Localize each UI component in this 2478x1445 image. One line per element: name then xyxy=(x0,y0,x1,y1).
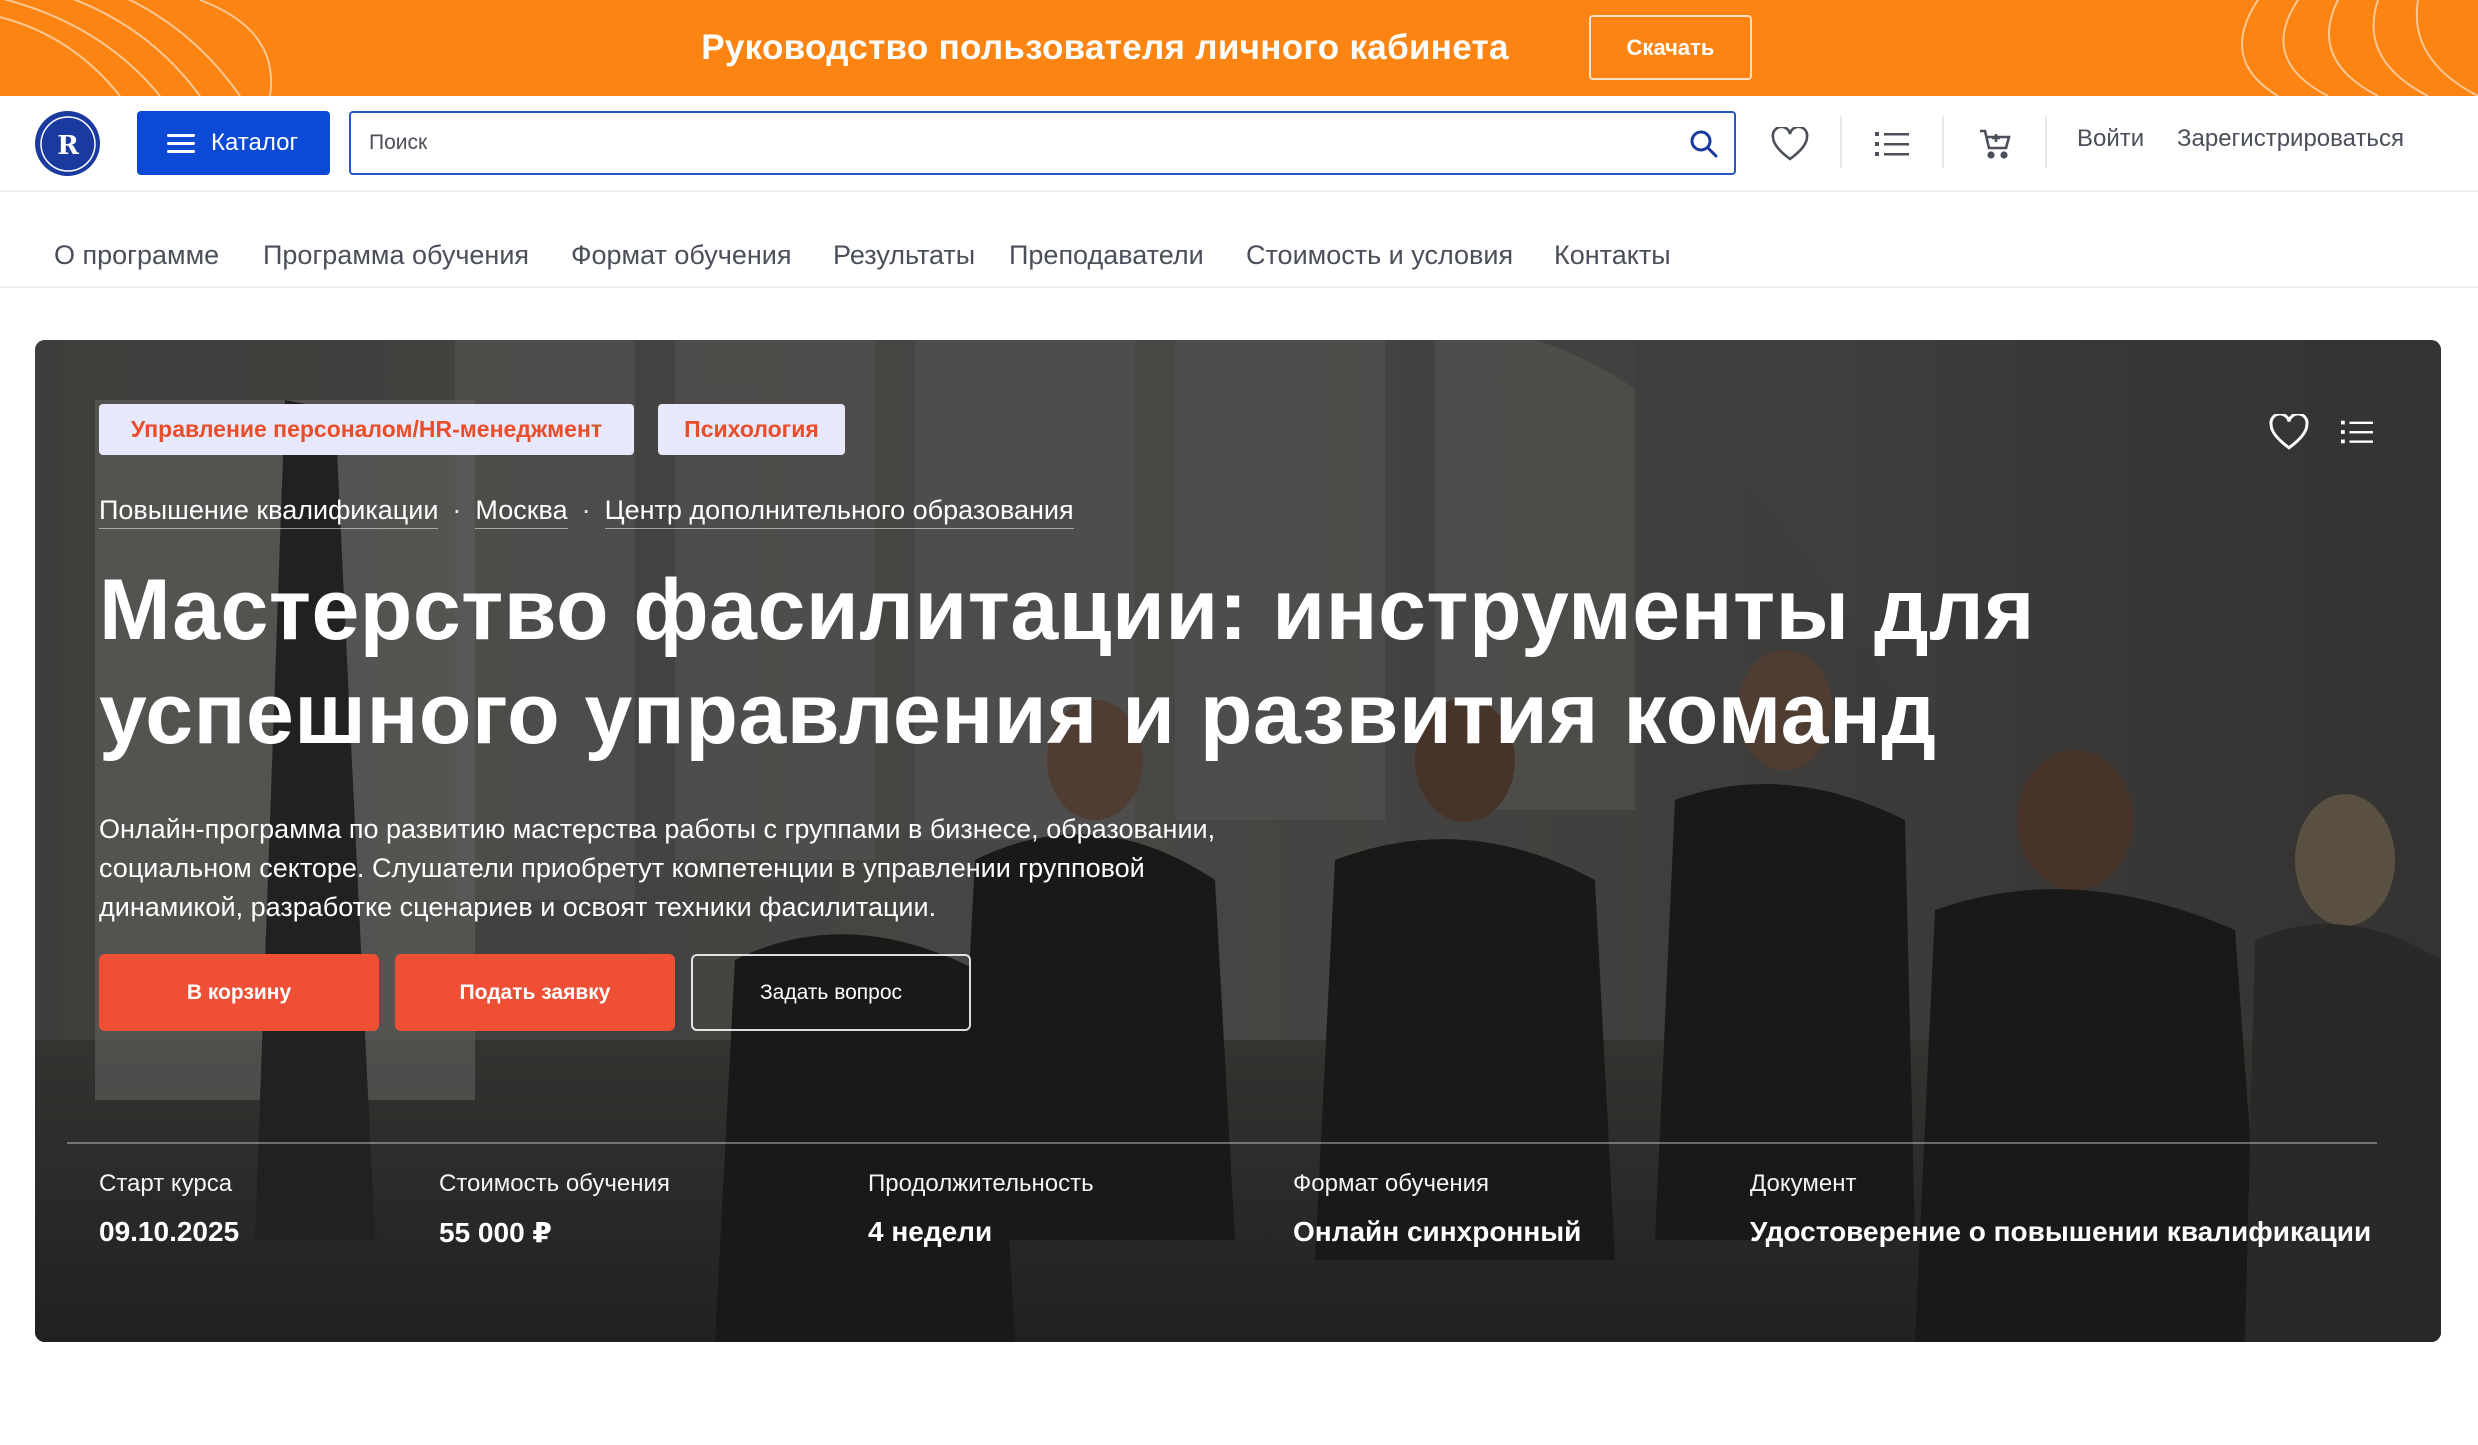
stat-price: Стоимость обучения 55 000 ₽ xyxy=(439,1170,670,1249)
nav-curriculum[interactable]: Программа обучения xyxy=(263,240,529,271)
stat-value: Онлайн синхронный xyxy=(1293,1216,1582,1247)
catalog-button[interactable]: Каталог xyxy=(137,111,330,175)
header-divider xyxy=(1942,116,1944,168)
stat-document: Документ Удостоверение о повышении квали… xyxy=(1750,1170,2371,1248)
stat-label: Документ xyxy=(1750,1170,1857,1197)
stat-start: Старт курса 09.10.2025 xyxy=(99,1170,239,1248)
nav-format[interactable]: Формат обучения xyxy=(571,240,792,271)
favorites-heart-icon[interactable] xyxy=(1768,122,1812,166)
stat-value: 55 000 ₽ xyxy=(439,1217,552,1248)
download-button[interactable]: Скачать xyxy=(1589,15,1752,80)
hero-compare-list-icon[interactable] xyxy=(2335,410,2379,454)
hse-logo-icon[interactable]: R xyxy=(35,111,100,176)
crumb-center[interactable]: Центр дополнительного образования xyxy=(604,495,1074,529)
add-to-cart-button[interactable]: В корзину xyxy=(99,954,379,1031)
program-nav: О программе Программа обучения Формат об… xyxy=(0,192,2478,288)
crumb-qualification[interactable]: Повышение квалификации xyxy=(99,495,439,529)
menu-icon xyxy=(167,133,195,153)
cart-icon[interactable] xyxy=(1973,122,2017,166)
stat-value: 4 недели xyxy=(868,1216,993,1247)
svg-text:R: R xyxy=(57,131,79,161)
stat-label: Стоимость обучения xyxy=(439,1170,670,1197)
ask-question-button[interactable]: Задать вопрос xyxy=(691,954,971,1031)
stat-format: Формат обучения Онлайн синхронный xyxy=(1293,1170,1581,1248)
login-link[interactable]: Войти xyxy=(2077,125,2144,153)
stats-divider xyxy=(67,1142,2377,1144)
page-title: Мастерство фасилитации: инструменты для … xyxy=(99,562,2035,762)
hero-card: Управление персоналом/HR-менеджмент Псих… xyxy=(35,340,2441,1342)
crumb-city[interactable]: Москва xyxy=(475,495,568,529)
nav-teachers[interactable]: Преподаватели xyxy=(1009,240,1204,271)
banner-title: Руководство пользователя личного кабинет… xyxy=(701,28,1509,67)
stat-label: Формат обучения xyxy=(1293,1170,1489,1197)
crumb-separator: · xyxy=(581,495,591,525)
banner-decoration-right xyxy=(2241,0,2478,96)
hero-favorite-heart-icon[interactable] xyxy=(2267,410,2311,454)
nav-contacts[interactable]: Контакты xyxy=(1554,240,1671,271)
program-description: Онлайн-программа по развитию мастерства … xyxy=(99,814,1216,922)
search-icon[interactable] xyxy=(1688,128,1720,160)
nav-price[interactable]: Стоимость и условия xyxy=(1246,240,1513,271)
header-divider xyxy=(1840,116,1842,168)
header-divider xyxy=(2045,116,2047,168)
breadcrumb: Повышение квалификации · Москва · Центр … xyxy=(99,495,1074,529)
stat-label: Продолжительность xyxy=(868,1170,1094,1197)
compare-list-icon[interactable] xyxy=(1870,122,1914,166)
search-box xyxy=(349,111,1736,175)
stat-duration: Продолжительность 4 недели xyxy=(868,1170,1094,1248)
stat-label: Старт курса xyxy=(99,1170,233,1197)
stat-value: 09.10.2025 xyxy=(99,1216,240,1247)
tag-psychology[interactable]: Психология xyxy=(658,404,845,455)
register-link[interactable]: Зарегистрироваться xyxy=(2177,125,2404,153)
top-banner: Руководство пользователя личного кабинет… xyxy=(0,0,2478,96)
search-input[interactable] xyxy=(369,113,1649,173)
apply-button[interactable]: Подать заявку xyxy=(395,954,675,1031)
nav-about[interactable]: О программе xyxy=(54,240,219,271)
nav-results[interactable]: Результаты xyxy=(833,240,975,271)
crumb-separator: · xyxy=(452,495,462,525)
catalog-label: Каталог xyxy=(211,129,299,156)
stat-value: Удостоверение о повышении квалификации xyxy=(1750,1216,2372,1247)
tag-hr-management[interactable]: Управление персоналом/HR-менеджмент xyxy=(99,404,634,455)
